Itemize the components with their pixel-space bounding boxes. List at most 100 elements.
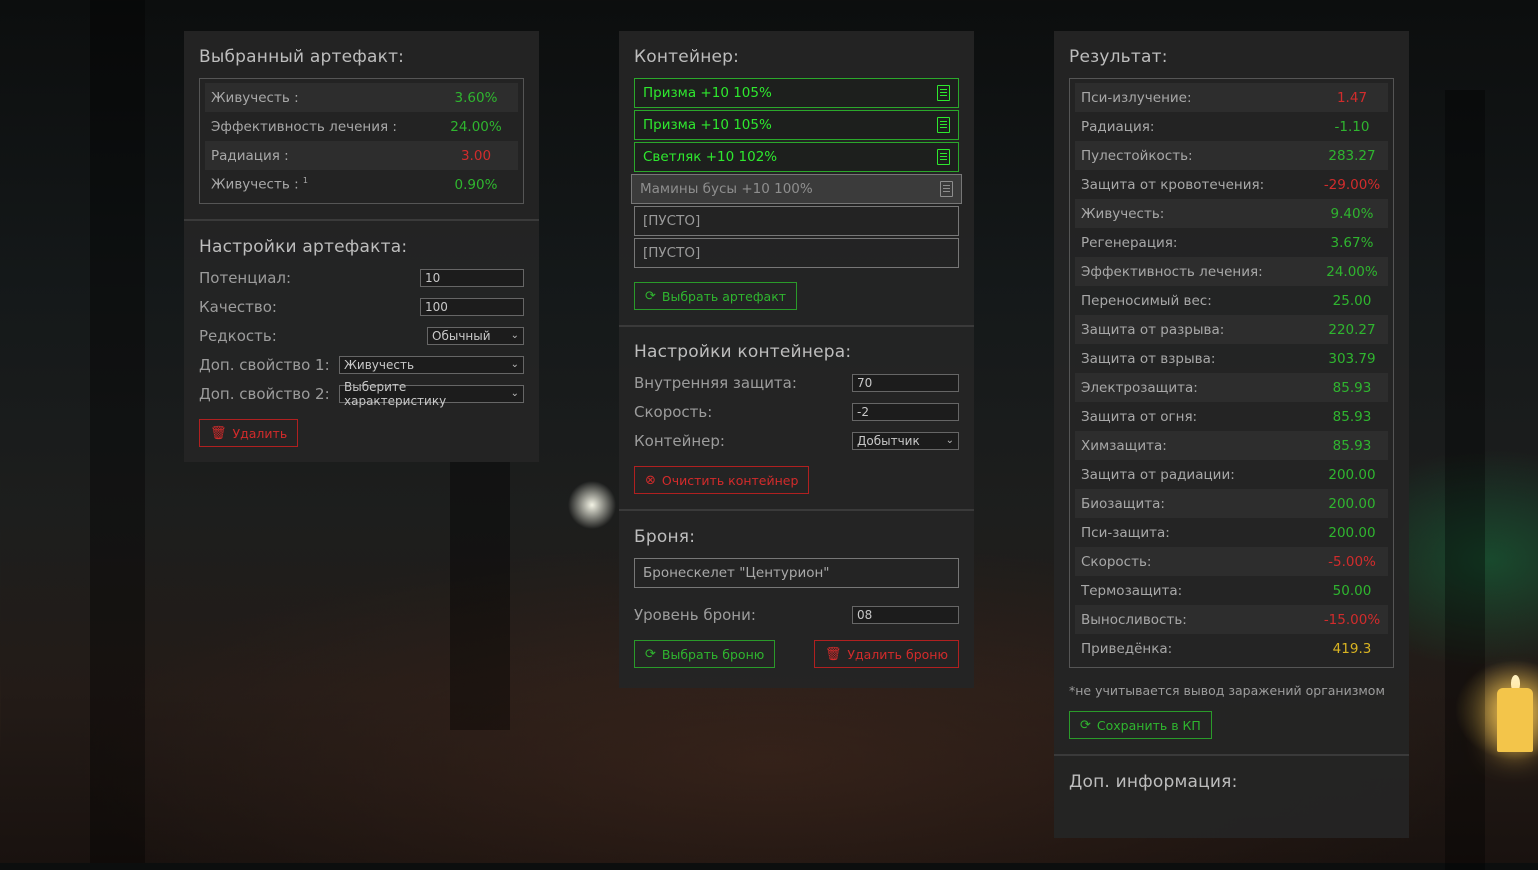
container-slot[interactable]: [ПУСТО] xyxy=(634,238,959,268)
container-panel: Контейнер: Призма +10 105% Призма +10 105… xyxy=(619,31,974,688)
speed-input[interactable]: -2 xyxy=(852,402,959,421)
container-slot[interactable]: Призма +10 105% xyxy=(634,110,959,140)
stat-label: Биозащита: xyxy=(1081,496,1317,512)
container-slot[interactable]: Светляк +10 102% xyxy=(634,142,959,172)
stat-row: Живучесть : 1 0.90% xyxy=(205,170,518,199)
document-icon[interactable] xyxy=(937,149,950,165)
container-type-value: Добытчик xyxy=(857,433,920,448)
close-circle-icon: ⊗ xyxy=(645,472,656,488)
stat-value: -29.00% xyxy=(1323,176,1381,193)
stat-row: Приведёнка: 419.3 xyxy=(1075,634,1388,663)
document-icon[interactable] xyxy=(940,181,953,197)
stat-value: 3.60% xyxy=(454,89,498,106)
document-icon[interactable] xyxy=(937,117,950,133)
clear-container-button[interactable]: ⊗ Очистить контейнер xyxy=(634,466,810,494)
extra2-select[interactable]: Выберите характеристику ⌄ xyxy=(339,380,524,408)
rarity-row: Редкость: Обычный ⌄ xyxy=(199,321,524,350)
stat-value: 24.00% xyxy=(1326,263,1378,280)
artifact-panel: Выбранный артефакт: Живучесть : 3.60% Эффе… xyxy=(184,31,539,462)
inner-protection-row: Внутренняя защита: 70 xyxy=(634,368,959,397)
container-slot-label: Призма +10 105% xyxy=(643,117,772,133)
container-type-select[interactable]: Добытчик ⌄ xyxy=(852,431,959,450)
stat-row: Живучесть: 9.40% xyxy=(1075,199,1388,228)
rarity-select[interactable]: Обычный ⌄ xyxy=(427,326,524,345)
chevron-down-icon: ⌄ xyxy=(510,359,519,370)
stat-label-text: Пси-защита: xyxy=(1081,524,1170,541)
stat-footnote: 1 xyxy=(302,176,309,186)
armor-title: Броня: xyxy=(634,527,696,547)
stat-label-text: Выносливость: xyxy=(1081,611,1187,628)
stat-label-text: Эффективность лечения: xyxy=(1081,263,1263,280)
stat-label-text: Переносимый вес: xyxy=(1081,292,1212,309)
clear-container-label: Очистить контейнер xyxy=(661,472,799,488)
stat-label: Приведёнка: xyxy=(1081,641,1317,657)
stat-row: Скорость: -5.00% xyxy=(1075,547,1388,576)
stat-label-text: Химзащита: xyxy=(1081,437,1167,454)
stat-label: Скорость: xyxy=(1081,554,1317,570)
stat-row: Защита от огня: 85.93 xyxy=(1075,402,1388,431)
result-stats: Пси-излучение: 1.47 Радиация: -1.10 Пулестой… xyxy=(1069,78,1394,668)
speed-label: Скорость: xyxy=(634,402,713,421)
armor-level-input[interactable]: 08 xyxy=(852,605,959,624)
container-section: Контейнер: Призма +10 105% Призма +10 105… xyxy=(619,31,974,327)
container-slot-label: Призма +10 105% xyxy=(643,85,772,101)
save-kp-button[interactable]: ⟳ Сохранить в КП xyxy=(1069,711,1212,739)
container-slot[interactable]: Призма +10 105% xyxy=(634,78,959,108)
trash-icon: 🗑 xyxy=(824,646,842,662)
stat-label: Химзащита: xyxy=(1081,438,1317,454)
stat-label-text: Живучесть : xyxy=(211,176,299,193)
container-slot-label: [ПУСТО] xyxy=(643,213,701,229)
stat-label-text: Пси-излучение: xyxy=(1081,89,1192,106)
stat-value: 24.00% xyxy=(450,118,502,135)
container-slot-label: [ПУСТО] xyxy=(643,245,701,261)
select-artifact-button[interactable]: ⟳ Выбрать артефакт xyxy=(634,282,798,310)
armor-level-label: Уровень брони: xyxy=(634,605,756,624)
stat-label: Выносливость: xyxy=(1081,612,1317,628)
stat-label-text: Защита от кровотечения: xyxy=(1081,176,1265,193)
container-slot[interactable]: Мамины бусы +10 100% xyxy=(631,174,962,204)
container-type-row: Контейнер: Добытчик ⌄ xyxy=(634,426,959,455)
stat-value: -5.00% xyxy=(1328,553,1376,570)
stat-row: Химзащита: 85.93 xyxy=(1075,431,1388,460)
container-slots: Призма +10 105% Призма +10 105% Светляк +1… xyxy=(631,78,962,268)
stat-label: Защита от радиации: xyxy=(1081,467,1317,483)
delete-armor-button[interactable]: 🗑 Удалить броню xyxy=(813,640,959,668)
stat-row: Защита от взрыва: 303.79 xyxy=(1075,344,1388,373)
stat-label-text: Защита от радиации: xyxy=(1081,466,1235,483)
stat-row: Пси-излучение: 1.47 xyxy=(1075,83,1388,112)
stat-label-text: Термозащита: xyxy=(1081,582,1183,599)
save-kp-label: Сохранить в КП xyxy=(1096,717,1201,733)
extra1-select[interactable]: Живучесть ⌄ xyxy=(339,355,524,374)
document-icon[interactable] xyxy=(937,85,950,101)
stat-label-text: Приведёнка: xyxy=(1081,640,1173,657)
chevron-down-icon: ⌄ xyxy=(945,435,954,446)
stat-row: Защита от разрыва: 220.27 xyxy=(1075,315,1388,344)
stat-label-text: Защита от огня: xyxy=(1081,408,1198,425)
stat-row: Защита от кровотечения: -29.00% xyxy=(1075,170,1388,199)
armor-name-field[interactable]: Бронескелет "Центурион" xyxy=(634,558,959,588)
stat-row: Эффективность лечения: 24.00% xyxy=(1075,257,1388,286)
select-armor-button[interactable]: ⟳ Выбрать броню xyxy=(634,640,776,668)
potential-input[interactable]: 10 xyxy=(420,268,524,287)
artifact-settings-title: Настройки артефакта: xyxy=(199,237,408,257)
quality-input[interactable]: 100 xyxy=(420,297,524,316)
container-slot[interactable]: [ПУСТО] xyxy=(634,206,959,236)
armor-level-row: Уровень брони: 08 xyxy=(634,600,959,629)
select-artifact-label: Выбрать артефакт xyxy=(661,288,787,304)
extra1-row: Доп. свойство 1: Живучесть ⌄ xyxy=(199,350,524,379)
stat-label-text: Живучесть: xyxy=(1081,205,1165,222)
result-note: *не учитывается вывод заражений организм… xyxy=(1069,683,1385,698)
stat-label: Переносимый вес: xyxy=(1081,293,1317,309)
stat-label-text: Эффективность лечения : xyxy=(211,118,397,135)
stat-value: 303.79 xyxy=(1328,350,1376,367)
potential-row: Потенциал: 10 xyxy=(199,263,524,292)
inner-protection-input[interactable]: 70 xyxy=(852,373,959,392)
stat-label-text: Радиация: xyxy=(1081,118,1155,135)
stat-label: Пулестойкость: xyxy=(1081,148,1317,164)
delete-artifact-button[interactable]: 🗑 Удалить xyxy=(199,419,299,447)
artifact-stats: Живучесть : 3.60% Эффективность лечения : 2… xyxy=(199,78,524,204)
container-type-label: Контейнер: xyxy=(634,431,725,450)
stat-label: Защита от кровотечения: xyxy=(1081,177,1317,193)
rarity-select-value: Обычный xyxy=(432,328,491,343)
refresh-icon: ⟳ xyxy=(645,646,656,662)
